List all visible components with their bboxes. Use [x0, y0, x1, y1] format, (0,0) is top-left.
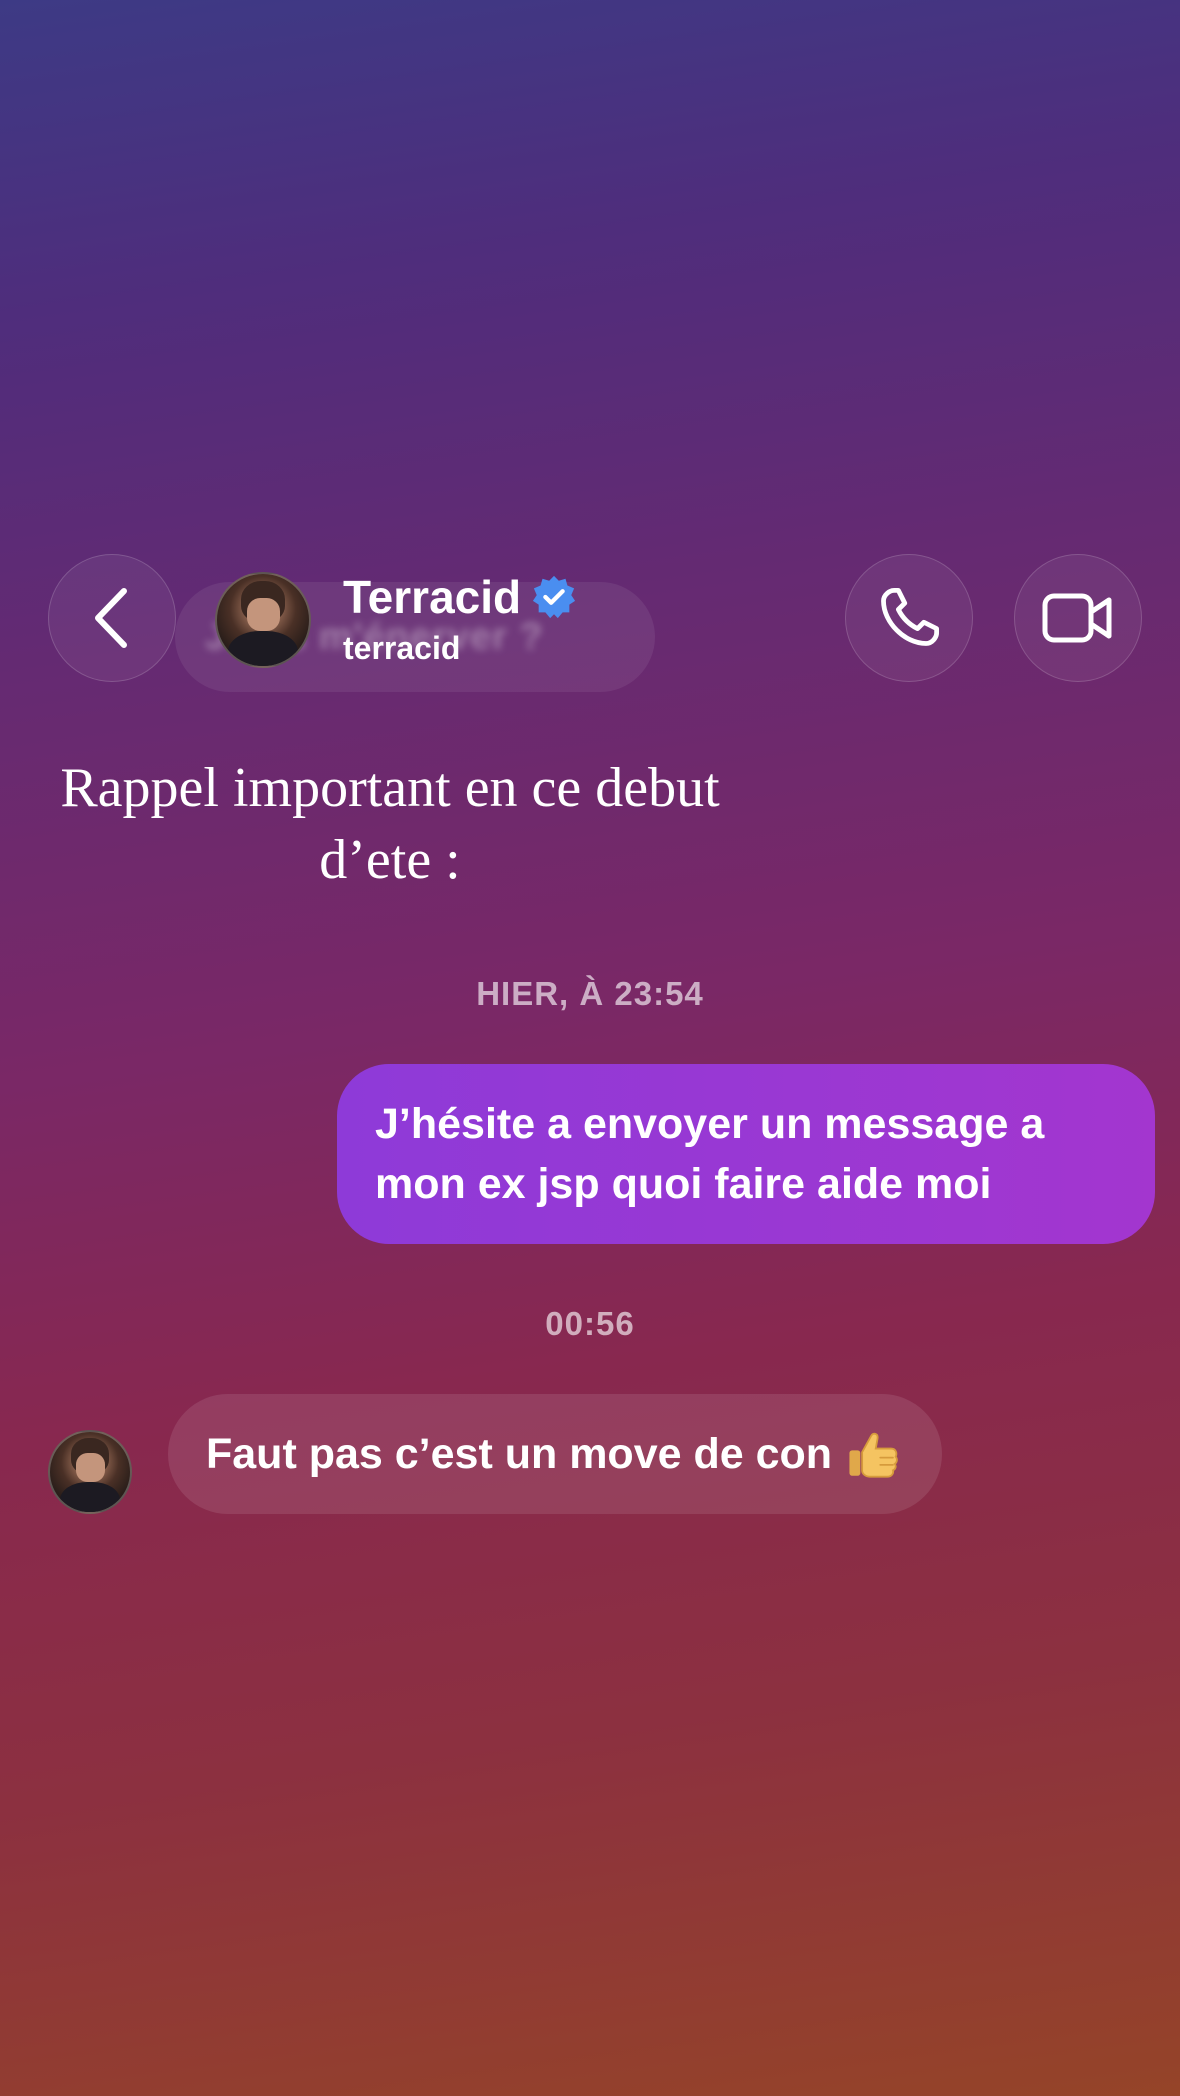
story-caption: Rappel important en ce debut d’ete :: [0, 752, 780, 896]
sender-avatar[interactable]: [48, 1430, 132, 1514]
contact-username: terracid: [343, 630, 461, 666]
message-timestamp: HIER, À 23:54: [476, 975, 704, 1012]
message-timestamp: 00:56: [545, 1305, 635, 1342]
chevron-left-icon: [95, 588, 127, 648]
contact-avatar[interactable]: [215, 572, 311, 668]
sent-message-line-2: mon ex jsp quoi faire aide moi: [375, 1160, 992, 1208]
phone-icon: [881, 587, 940, 646]
received-message-text: Faut pas c’est un move de con: [206, 1429, 833, 1478]
caption-line-2: d’ete :: [319, 829, 461, 891]
back-button[interactable]: [48, 554, 176, 682]
video-call-button[interactable]: [1014, 554, 1142, 682]
contact-name-row[interactable]: Terracid: [343, 570, 577, 624]
sent-message-line-1: J’hésite a envoyer un message a: [375, 1100, 1045, 1148]
verified-badge-icon: [533, 575, 576, 619]
contact-name: Terracid: [343, 571, 522, 623]
dm-conversation-screen: Jsuis m'énerver ? Terracid terracid Rapp…: [0, 0, 1180, 2096]
video-camera-icon: [1042, 593, 1112, 643]
sent-message-bubble[interactable]: J’hésite a envoyer un message a mon ex j…: [337, 1064, 1155, 1244]
audio-call-button[interactable]: [845, 554, 973, 682]
chat-header: Jsuis m'énerver ? Terracid terracid: [0, 550, 1180, 692]
caption-line-1: Rappel important en ce debut: [60, 757, 720, 819]
thumbs-up-icon: [849, 1432, 898, 1478]
received-message-bubble[interactable]: Faut pas c’est un move de con: [168, 1394, 943, 1514]
